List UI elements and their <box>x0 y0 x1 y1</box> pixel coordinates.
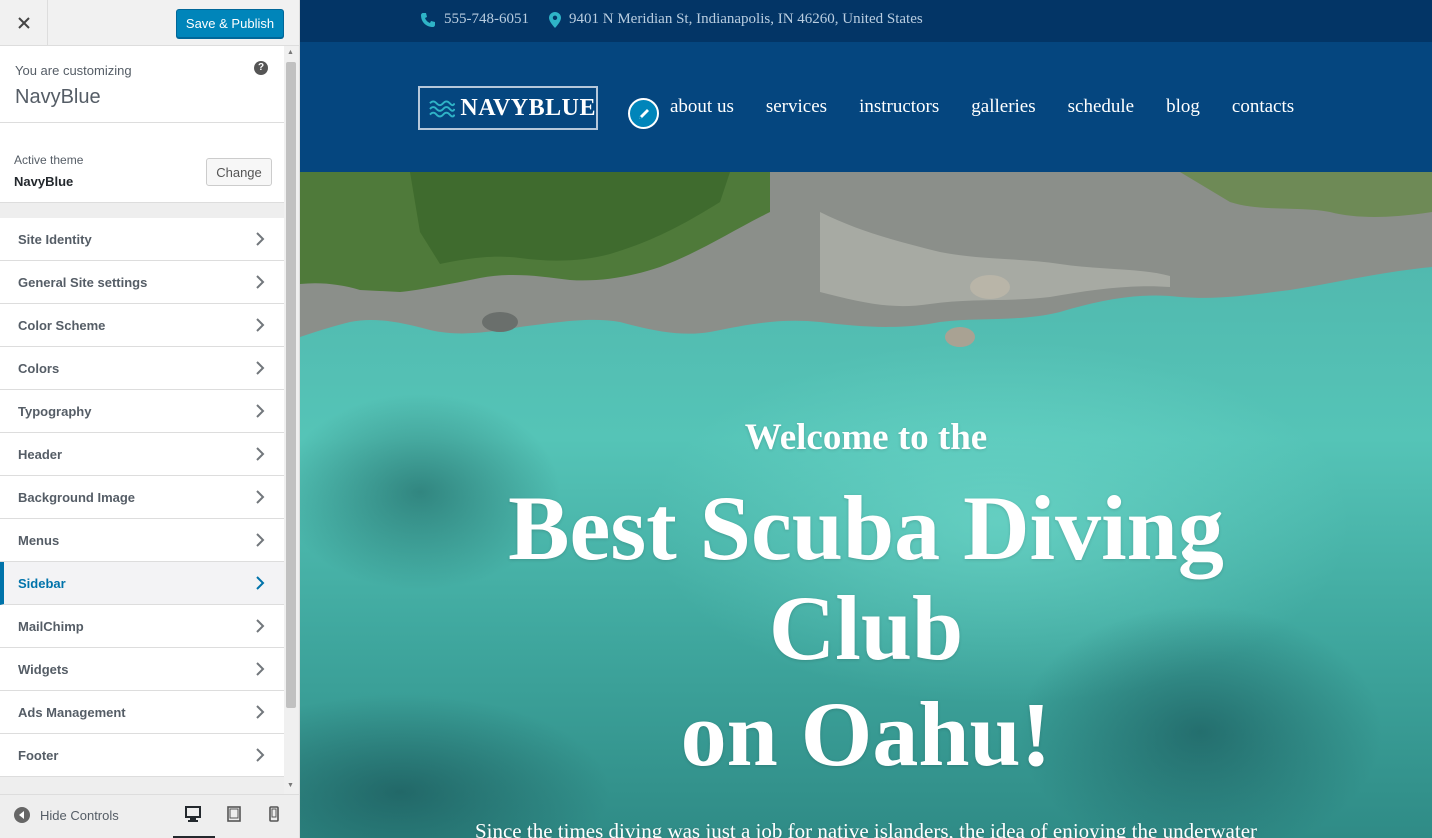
close-icon <box>17 17 30 29</box>
chevron-right-icon <box>256 275 265 289</box>
section-header[interactable]: Header <box>0 433 284 476</box>
customizing-info: You are customizing NavyBlue ? <box>0 46 284 123</box>
chevron-right-icon <box>256 361 265 375</box>
waves-icon <box>429 100 456 118</box>
site-preview: 555-748-6051 9401 N Meridian St, Indiana… <box>300 0 1432 838</box>
section-widgets[interactable]: Widgets <box>0 648 284 691</box>
section-gap <box>0 203 284 218</box>
chevron-right-icon <box>256 662 265 676</box>
topbar-phone[interactable]: 555-748-6051 <box>420 11 529 28</box>
phone-icon <box>421 12 435 27</box>
preview-desktop-button[interactable] <box>184 805 204 825</box>
hero-heading-line-1: Best Scuba Diving <box>508 477 1224 579</box>
chevron-right-icon <box>256 533 265 547</box>
chevron-right-icon <box>256 490 265 504</box>
hero-welcome: Welcome to the <box>744 417 988 458</box>
change-theme-button[interactable]: Change <box>206 158 272 186</box>
chevron-right-icon <box>256 404 265 418</box>
section-typography[interactable]: Typography <box>0 390 284 433</box>
customizing-label: You are customizing <box>15 63 132 78</box>
section-label: Color Scheme <box>18 318 106 333</box>
customizer-section-list: Site Identity General Site settings Color … <box>0 218 284 777</box>
active-theme-panel: Active theme NavyBlue Change <box>0 123 284 203</box>
hero-heading-line-3: on Oahu! <box>680 683 1052 785</box>
active-theme-label: Active theme <box>14 153 84 167</box>
hero-subtitle: Since the times diving was just a job fo… <box>474 819 1258 838</box>
preview-tablet-button[interactable] <box>226 805 246 825</box>
section-label: Header <box>18 447 63 462</box>
hide-controls-button[interactable]: Hide Controls <box>14 807 119 823</box>
hide-controls-label: Hide Controls <box>40 807 119 823</box>
section-sidebar[interactable]: Sidebar <box>0 562 284 605</box>
section-label: Background Image <box>18 490 136 505</box>
scroll-up-arrow-icon[interactable]: ▲ <box>287 49 294 56</box>
scrollbar-thumb[interactable] <box>286 62 296 708</box>
chevron-right-icon <box>256 576 265 590</box>
mobile-icon <box>269 806 279 822</box>
scroll-down-arrow-icon[interactable]: ▼ <box>287 782 294 789</box>
phone-number: 555-748-6051 <box>444 11 529 27</box>
site-topbar: 555-748-6051 9401 N Meridian St, Indiana… <box>300 0 1432 42</box>
menu-item-blog[interactable]: blog <box>1166 96 1200 118</box>
section-label: Menus <box>18 533 60 548</box>
desktop-icon <box>185 806 201 822</box>
site-navbar: NAVYBLUE about us services instructors gall… <box>300 42 1432 172</box>
section-menus[interactable]: Menus <box>0 519 284 562</box>
customizer-footer: Hide Controls <box>0 794 299 838</box>
customizer-controls: You are customizing NavyBlue ? Active th… <box>0 46 284 794</box>
section-colors[interactable]: Colors <box>0 347 284 390</box>
section-site-identity[interactable]: Site Identity <box>0 218 284 261</box>
section-general-site-settings[interactable]: General Site settings <box>0 261 284 304</box>
address-text: 9401 N Meridian St, Indianapolis, IN 462… <box>569 11 923 27</box>
menu-item-about-us[interactable]: about us <box>670 96 734 118</box>
logo-text: NAVYBLUE <box>460 94 596 121</box>
menu-item-galleries[interactable]: galleries <box>971 96 1035 118</box>
chevron-right-icon <box>256 748 265 762</box>
chevron-right-icon <box>256 447 265 461</box>
menu-item-instructors[interactable]: instructors <box>859 96 939 118</box>
section-label: Colors <box>18 361 60 376</box>
customizer-panel: Save & Publish You are customizing NavyB… <box>0 0 300 838</box>
section-ads-management[interactable]: Ads Management <box>0 691 284 734</box>
site-logo[interactable]: NAVYBLUE <box>418 86 598 130</box>
customizer-header: Save & Publish <box>0 0 299 46</box>
save-publish-button[interactable]: Save & Publish <box>176 9 284 38</box>
menu-item-contacts[interactable]: contacts <box>1232 96 1294 118</box>
customizer-scrollbar[interactable]: ▲ ▼ <box>284 46 298 794</box>
section-label: Site Identity <box>18 232 92 247</box>
hero-section: Welcome to the Best Scuba Diving Club on… <box>300 172 1432 838</box>
help-icon[interactable]: ? <box>254 61 268 75</box>
hero-heading-line-2: Club <box>768 577 964 679</box>
main-menu: about us services instructors galleries sche… <box>670 96 1326 118</box>
chevron-right-icon <box>256 619 265 633</box>
chevron-right-icon <box>256 705 265 719</box>
section-label: Widgets <box>18 662 69 677</box>
section-label: General Site settings <box>18 275 148 290</box>
topbar-address[interactable]: 9401 N Meridian St, Indianapolis, IN 462… <box>549 11 923 28</box>
close-customizer-button[interactable] <box>0 0 48 46</box>
menu-item-schedule[interactable]: schedule <box>1068 96 1134 118</box>
edit-menu-shortcut[interactable] <box>628 98 659 129</box>
section-footer[interactable]: Footer <box>0 734 284 777</box>
customizing-site-name: NavyBlue <box>15 86 101 108</box>
pencil-icon <box>638 108 649 119</box>
section-label: Ads Management <box>18 705 126 720</box>
chevron-right-icon <box>256 232 265 246</box>
section-color-scheme[interactable]: Color Scheme <box>0 304 284 347</box>
section-mailchimp[interactable]: MailChimp <box>0 605 284 648</box>
section-label: Typography <box>18 404 92 419</box>
section-background-image[interactable]: Background Image <box>0 476 284 519</box>
collapse-arrow-icon <box>14 807 30 823</box>
section-label: Footer <box>18 748 59 763</box>
preview-mobile-button[interactable] <box>268 805 288 825</box>
tablet-icon <box>227 806 241 822</box>
map-pin-icon <box>549 11 561 28</box>
chevron-right-icon <box>256 318 265 332</box>
menu-item-services[interactable]: services <box>766 96 827 118</box>
section-label: Sidebar <box>18 576 66 591</box>
active-theme-name: NavyBlue <box>14 174 74 189</box>
coastline-image <box>300 172 1432 347</box>
section-label: MailChimp <box>18 619 84 634</box>
